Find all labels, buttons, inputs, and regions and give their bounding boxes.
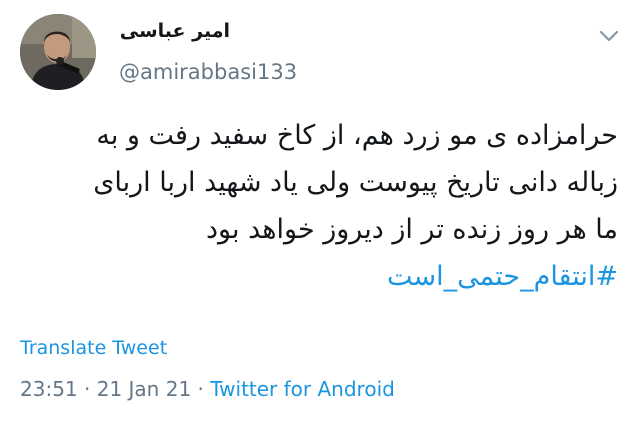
tweet-time[interactable]: 23:51 [20, 377, 78, 401]
avatar[interactable] [20, 14, 96, 90]
tweet-date[interactable]: 21 Jan 21 [97, 377, 191, 401]
display-name[interactable]: امیر عباسی [118, 20, 230, 42]
chevron-down-icon[interactable] [598, 28, 620, 44]
tweet-text-line: ما هر روز زنده تر از دیروز خواهد بود [206, 214, 618, 245]
handle[interactable]: @amirabbasi133 [119, 60, 297, 84]
translate-tweet-link[interactable]: Translate Tweet [20, 337, 167, 359]
meta-separator: · [77, 377, 97, 401]
hashtag-link[interactable]: #انتقام_حتمی_است [18, 253, 618, 300]
tweet-source-link[interactable]: Twitter for Android [210, 377, 395, 401]
tweet-text-line: حرامزاده ی مو زرد هم، از کاخ سفید رفت و … [96, 120, 618, 151]
tweet-header: امیر عباسی @amirabbasi133 [0, 8, 640, 98]
tweet-text-line: زباله دانی تاریخ پیوست ولی یاد شهید اربا… [93, 167, 618, 198]
tweet-card: امیر عباسی @amirabbasi133 حرامزاده ی مو … [0, 0, 640, 424]
tweet-text: حرامزاده ی مو زرد هم، از کاخ سفید رفت و … [18, 112, 618, 300]
profile-photo-icon [20, 14, 96, 90]
tweet-meta: 23:51 · 21 Jan 21 · Twitter for Android [20, 377, 395, 401]
meta-separator: · [191, 377, 211, 401]
